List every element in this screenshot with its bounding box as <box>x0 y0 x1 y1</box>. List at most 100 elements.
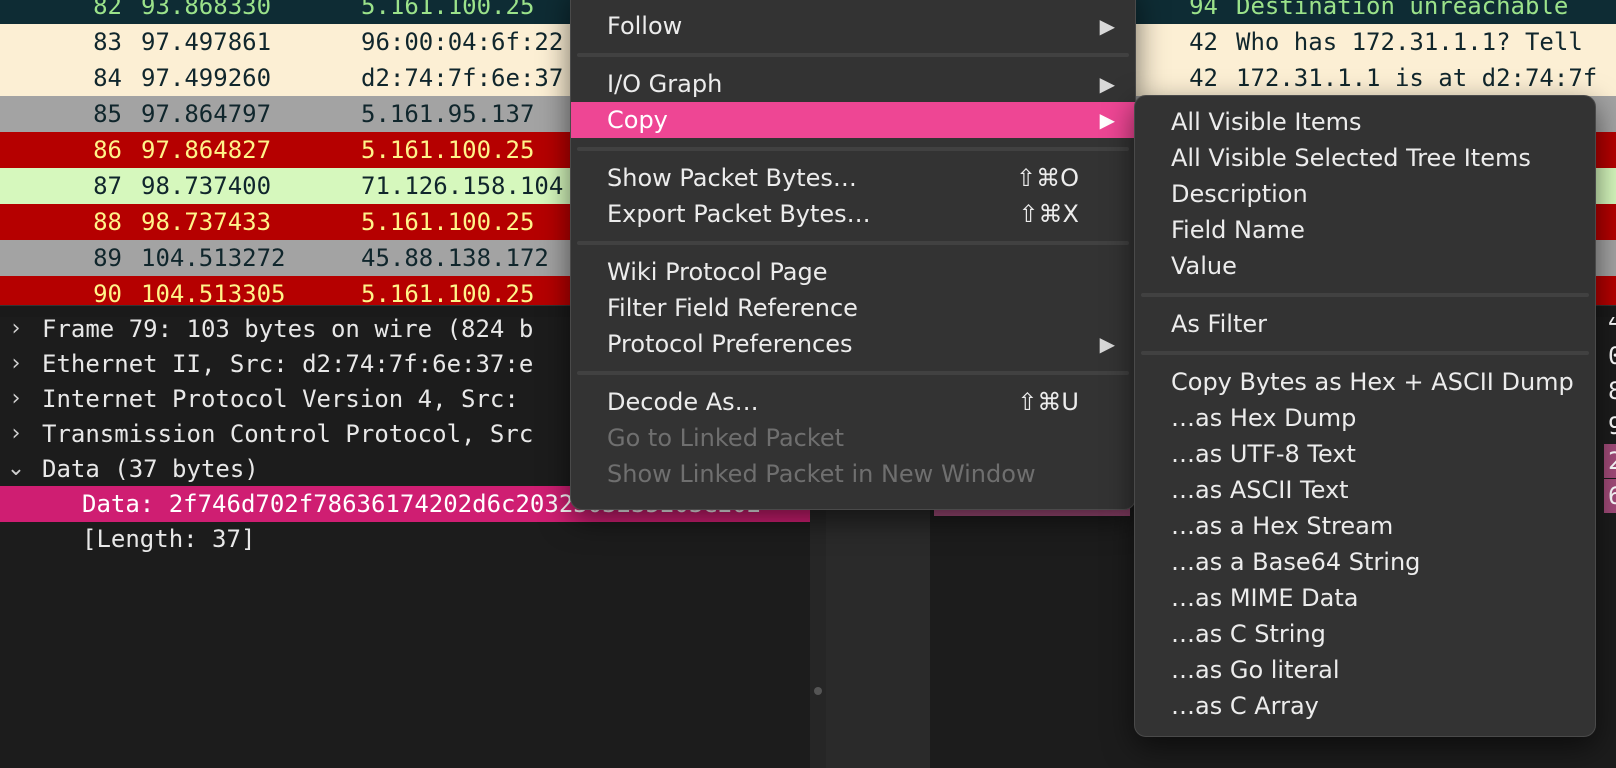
packet-number: 85 <box>93 100 122 128</box>
menu-shortcut: ⇧⌘U <box>1017 388 1079 416</box>
menu-item-wiki-protocol-page[interactable]: Wiki Protocol Page <box>571 254 1135 290</box>
tree-row-label: [Length: 37] <box>82 525 256 553</box>
submenu-item-as-mime-data[interactable]: …as MIME Data <box>1135 580 1595 616</box>
packet-info: Who has 172.31.1.1? Tell <box>1236 28 1583 56</box>
submenu-item-as-filter[interactable]: As Filter <box>1135 306 1595 342</box>
menu-item-label: Show Linked Packet in New Window <box>607 460 1036 488</box>
submenu-item-all-visible-selected-tree-items[interactable]: All Visible Selected Tree Items <box>1135 140 1595 176</box>
packet-time: 104.513272 <box>141 244 286 272</box>
submenu-arrow-icon: ▶ <box>1099 108 1115 132</box>
submenu-item-all-visible-items[interactable]: All Visible Items <box>1135 104 1595 140</box>
byte-ascii-fragment: 2 <box>1604 444 1616 478</box>
submenu-item-value[interactable]: Value <box>1135 248 1595 284</box>
submenu-item-as-utf8-text[interactable]: …as UTF-8 Text <box>1135 436 1595 472</box>
menu-separator <box>577 371 1129 375</box>
packet-time: 97.864827 <box>141 136 272 164</box>
submenu-item-as-hex-dump[interactable]: …as Hex Dump <box>1135 400 1595 436</box>
packet-time: 104.513305 <box>141 280 286 305</box>
byte-ascii-fragment: 0 <box>1608 342 1616 370</box>
menu-item-label: Protocol Preferences <box>607 330 853 358</box>
menu-item-label: …as a Base64 String <box>1171 548 1421 576</box>
menu-item-label: Value <box>1171 252 1237 280</box>
menu-item-label: I/O Graph <box>607 70 723 98</box>
submenu-item-description[interactable]: Description <box>1135 176 1595 212</box>
packet-info: 172.31.1.1 is at d2:74:7f <box>1236 64 1598 92</box>
submenu-item-as-ascii-text[interactable]: …as ASCII Text <box>1135 472 1595 508</box>
context-menu[interactable]: Follow ▶ I/O Graph ▶ Copy ▶ Show Packet … <box>570 0 1136 510</box>
packet-time: 97.864797 <box>141 100 272 128</box>
menu-item-label: …as Go literal <box>1171 656 1340 684</box>
menu-item-label: Description <box>1171 180 1308 208</box>
menu-item-show-packet-bytes[interactable]: Show Packet Bytes… ⇧⌘O <box>571 160 1135 196</box>
submenu-item-as-c-array[interactable]: …as C Array <box>1135 688 1595 724</box>
splitter-grip-icon[interactable] <box>814 687 822 695</box>
submenu-item-as-go-literal[interactable]: …as Go literal <box>1135 652 1595 688</box>
menu-item-label: All Visible Items <box>1171 108 1362 136</box>
submenu-item-as-base64-string[interactable]: …as a Base64 String <box>1135 544 1595 580</box>
menu-item-label: Export Packet Bytes… <box>607 200 871 228</box>
menu-item-export-packet-bytes[interactable]: Export Packet Bytes… ⇧⌘X <box>571 196 1135 232</box>
submenu-arrow-icon: ▶ <box>1099 332 1115 356</box>
copy-submenu[interactable]: All Visible Items All Visible Selected T… <box>1134 95 1596 737</box>
tree-row-label: Internet Protocol Version 4, Src: <box>42 385 519 413</box>
packet-time: 97.497861 <box>141 28 272 56</box>
submenu-item-bytes-hex-ascii-dump[interactable]: Copy Bytes as Hex + ASCII Dump <box>1135 364 1595 400</box>
packet-time: 93.868330 <box>141 0 272 20</box>
menu-separator <box>577 147 1129 151</box>
packet-number: 86 <box>93 136 122 164</box>
tree-row-label: Transmission Control Protocol, Src <box>42 420 534 448</box>
menu-shortcut: ⇧⌘X <box>1018 200 1079 228</box>
packet-number: 83 <box>93 28 122 56</box>
packet-time: 98.737400 <box>141 172 272 200</box>
menu-item-label: As Filter <box>1171 310 1267 338</box>
submenu-item-as-c-string[interactable]: …as C String <box>1135 616 1595 652</box>
packet-number: 89 <box>93 244 122 272</box>
menu-item-label: Show Packet Bytes… <box>607 164 857 192</box>
packet-number: 88 <box>93 208 122 236</box>
menu-item-label: All Visible Selected Tree Items <box>1171 144 1531 172</box>
menu-item-label: Copy Bytes as Hex + ASCII Dump <box>1171 368 1574 396</box>
tree-row-length[interactable]: [Length: 37] <box>0 521 810 557</box>
menu-item-copy[interactable]: Copy ▶ <box>571 102 1135 138</box>
packet-time: 97.499260 <box>141 64 272 92</box>
menu-item-label: Filter Field Reference <box>607 294 858 322</box>
menu-item-label: Decode As… <box>607 388 759 416</box>
menu-item-follow[interactable]: Follow ▶ <box>571 8 1135 44</box>
expand-arrow-icon[interactable]: › <box>4 416 28 452</box>
packet-source: 5.161.100.25 <box>361 0 535 20</box>
tree-row-label: Ethernet II, Src: d2:74:7f:6e:37:e <box>42 350 534 378</box>
menu-item-io-graph[interactable]: I/O Graph ▶ <box>571 66 1135 102</box>
collapse-arrow-icon[interactable]: ⌄ <box>4 451 28 487</box>
packet-source: 71.126.158.104 <box>361 172 564 200</box>
expand-arrow-icon[interactable]: › <box>4 381 28 417</box>
packet-source: 45.88.138.172 <box>361 244 549 272</box>
menu-item-label: Wiki Protocol Page <box>607 258 828 286</box>
menu-item-label: …as a Hex Stream <box>1171 512 1394 540</box>
menu-item-label: Copy <box>607 106 668 134</box>
menu-item-protocol-preferences[interactable]: Protocol Preferences ▶ <box>571 326 1135 362</box>
menu-separator <box>577 53 1129 57</box>
menu-item-label: Go to Linked Packet <box>607 424 845 452</box>
menu-item-show-linked-packet-new-window: Show Linked Packet in New Window <box>571 456 1135 492</box>
packet-time: 98.737433 <box>141 208 272 236</box>
menu-item-label: …as UTF-8 Text <box>1171 440 1356 468</box>
expand-arrow-icon[interactable]: › <box>4 317 28 347</box>
menu-separator <box>1141 293 1589 297</box>
packet-source: d2:74:7f:6e:37 <box>361 64 564 92</box>
menu-item-go-to-linked-packet: Go to Linked Packet <box>571 420 1135 456</box>
byte-ascii-fragment: 4 <box>1608 317 1616 335</box>
byte-ascii-fragment: 9 <box>1608 412 1616 440</box>
packet-number: 90 <box>93 280 122 305</box>
menu-item-filter-field-reference[interactable]: Filter Field Reference <box>571 290 1135 326</box>
packet-number: 84 <box>93 64 122 92</box>
tree-row-label: Data (37 bytes) <box>42 455 259 483</box>
submenu-item-as-hex-stream[interactable]: …as a Hex Stream <box>1135 508 1595 544</box>
submenu-item-field-name[interactable]: Field Name <box>1135 212 1595 248</box>
menu-item-label: …as ASCII Text <box>1171 476 1349 504</box>
packet-number: 82 <box>93 0 122 20</box>
menu-item-label: …as C String <box>1171 620 1326 648</box>
menu-separator <box>1141 351 1589 355</box>
menu-item-decode-as[interactable]: Decode As… ⇧⌘U <box>571 384 1135 420</box>
packet-source: 5.161.95.137 <box>361 100 535 128</box>
expand-arrow-icon[interactable]: › <box>4 346 28 382</box>
